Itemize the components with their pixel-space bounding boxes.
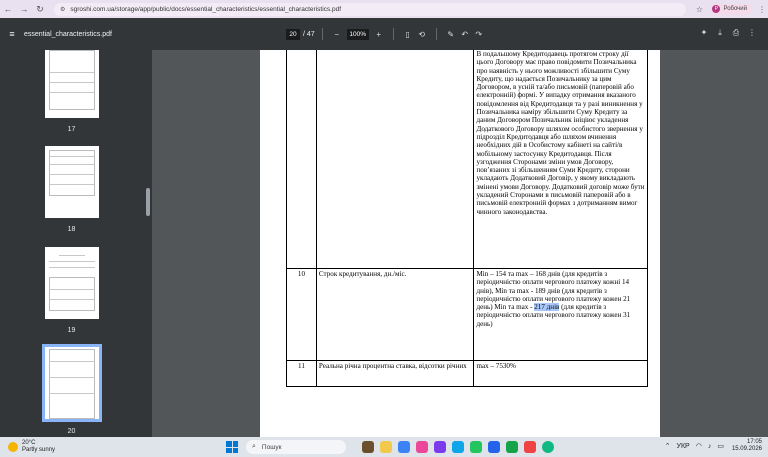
app-icon-7[interactable] — [470, 441, 482, 453]
browser-menu-icon[interactable]: ⋮ — [756, 5, 768, 14]
app-icon-1[interactable] — [362, 441, 374, 453]
language-indicator[interactable]: УКР — [677, 443, 690, 450]
file-title: essential_characteristics.pdf — [24, 30, 112, 38]
browser-toolbar: ← → ↻ ⚙ sgroshi.com.ua/storage/app/publi… — [0, 0, 768, 18]
viber-icon[interactable] — [434, 441, 446, 453]
table-row: 11 Реальна річна процентна ставка, відсо… — [286, 360, 648, 387]
battery-icon[interactable]: ▭ — [717, 442, 724, 450]
pdf-toolbar: ≡ essential_characteristics.pdf 20 / 47 … — [0, 18, 768, 50]
pdf-right-tools: ✦ ⤓ ⎙ ⋮ — [696, 28, 760, 38]
table-cell: В подальшому Кредитодавець протягом стро… — [473, 50, 648, 269]
taskbar-search[interactable]: ⌕ Пошук — [246, 440, 346, 454]
windows-start-icon[interactable] — [226, 441, 238, 453]
bookmark-star-icon[interactable]: ☆ — [692, 5, 706, 14]
app-icon-3[interactable] — [398, 441, 410, 453]
toolbar-divider — [321, 28, 323, 40]
clock[interactable]: 17:05 15.09.2026 — [732, 439, 762, 453]
profile-button[interactable]: Р Робочий — [710, 3, 752, 15]
windows-taskbar: ☀ 20°C Partly sunny ⌕ Пошук ⌃ УКР ◠ ♪ ▭ … — [0, 437, 768, 457]
search-placeholder: Пошук — [261, 443, 282, 451]
thumbnail-label: 18 — [67, 226, 76, 233]
app-icon-6[interactable] — [452, 441, 464, 453]
volume-icon[interactable]: ♪ — [708, 443, 712, 450]
print-icon[interactable]: ⎙ — [728, 28, 744, 38]
table-row: 10 Строк кредитування, дн./міс. Min – 15… — [286, 268, 648, 361]
row-number: 10 — [286, 268, 317, 361]
app-icon-9[interactable] — [506, 441, 518, 453]
row-label: Строк кредитування, дн./міс. — [315, 268, 475, 361]
app-icon-8[interactable] — [488, 441, 500, 453]
chrome-icon[interactable] — [542, 441, 554, 453]
reload-icon[interactable]: ↻ — [32, 0, 48, 18]
zoom-out-icon[interactable]: − — [330, 30, 344, 39]
page-navigator: 20 / 47 − 100% + ▯ ⟲ ✎ ↶ ↷ — [286, 28, 486, 40]
back-icon[interactable]: ← — [0, 0, 16, 18]
chevron-up-icon[interactable]: ⌃ — [665, 442, 671, 450]
rotate-icon[interactable]: ⟲ — [415, 30, 429, 39]
weather-widget[interactable]: ☀ 20°C Partly sunny — [8, 440, 55, 453]
fit-page-icon[interactable]: ▯ — [401, 30, 415, 39]
sidebar-scrollbar[interactable] — [143, 50, 152, 437]
characteristics-table: В подальшому Кредитодавець протягом стро… — [286, 50, 648, 387]
menu-icon[interactable]: ≡ — [0, 29, 24, 39]
weather-sun-icon: ☀ — [8, 441, 18, 452]
table-row: В подальшому Кредитодавець протягом стро… — [286, 50, 648, 269]
row-value: max – 7530% — [473, 360, 648, 387]
date: 15.09.2026 — [731, 446, 762, 452]
page-total: / 47 — [303, 30, 315, 38]
thumbnail-page[interactable] — [45, 247, 99, 319]
avatar: Р — [712, 5, 721, 13]
more-options-icon[interactable]: ⋮ — [744, 28, 760, 38]
url-text: sgroshi.com.ua/storage/app/public/docs/e… — [70, 5, 341, 13]
pdf-page: В подальшому Кредитодавець протягом стро… — [260, 50, 660, 437]
toolbar-divider — [392, 28, 394, 40]
thumbnail-sidebar: 17 18 19 20 — [0, 50, 143, 437]
ai-assistant-icon[interactable]: ✦ — [696, 28, 712, 38]
sidebar-scrollbar-thumb[interactable] — [146, 188, 150, 216]
row-label: Реальна річна процентна ставка, відсотки… — [315, 360, 475, 387]
time: 17:05 — [746, 439, 762, 445]
weather-text: Partly sunny — [22, 446, 56, 453]
app-icon-10[interactable] — [524, 441, 536, 453]
site-info-icon[interactable]: ⚙ — [60, 6, 65, 13]
page-number-input[interactable]: 20 — [286, 28, 300, 40]
redo-icon[interactable]: ↷ — [472, 30, 486, 39]
file-explorer-icon[interactable] — [380, 441, 392, 453]
zoom-in-icon[interactable]: + — [372, 30, 386, 39]
row-value: Min – 154 та max – 168 днів (для кредиті… — [473, 268, 648, 361]
toolbar-divider — [435, 28, 437, 40]
pdf-viewer[interactable]: В подальшому Кредитодавець протягом стро… — [152, 50, 768, 437]
thumbnail-label: 19 — [67, 327, 76, 334]
thumbnail-page[interactable] — [45, 146, 99, 218]
thumbnail-page[interactable] — [45, 50, 99, 118]
system-tray: ⌃ УКР ◠ ♪ ▭ 17:05 15.09.2026 — [659, 439, 762, 453]
forward-icon[interactable]: → — [16, 0, 32, 18]
wifi-icon[interactable]: ◠ — [696, 442, 702, 450]
app-icon-4[interactable] — [416, 441, 428, 453]
annotate-icon[interactable]: ✎ — [444, 30, 458, 39]
thumbnail-label: 17 — [67, 126, 76, 133]
zoom-input[interactable]: 100% — [346, 28, 369, 40]
address-bar[interactable]: ⚙ sgroshi.com.ua/storage/app/public/docs… — [54, 2, 687, 16]
row-number: 11 — [286, 360, 317, 387]
search-icon: ⌕ — [252, 443, 256, 450]
profile-label: Робочий — [723, 6, 747, 12]
thumbnail-label: 20 — [67, 428, 76, 435]
undo-icon[interactable]: ↶ — [458, 30, 472, 39]
thumbnail-page-current[interactable] — [42, 344, 102, 422]
download-icon[interactable]: ⤓ — [712, 28, 728, 38]
selected-text: 217 днів — [534, 303, 560, 312]
